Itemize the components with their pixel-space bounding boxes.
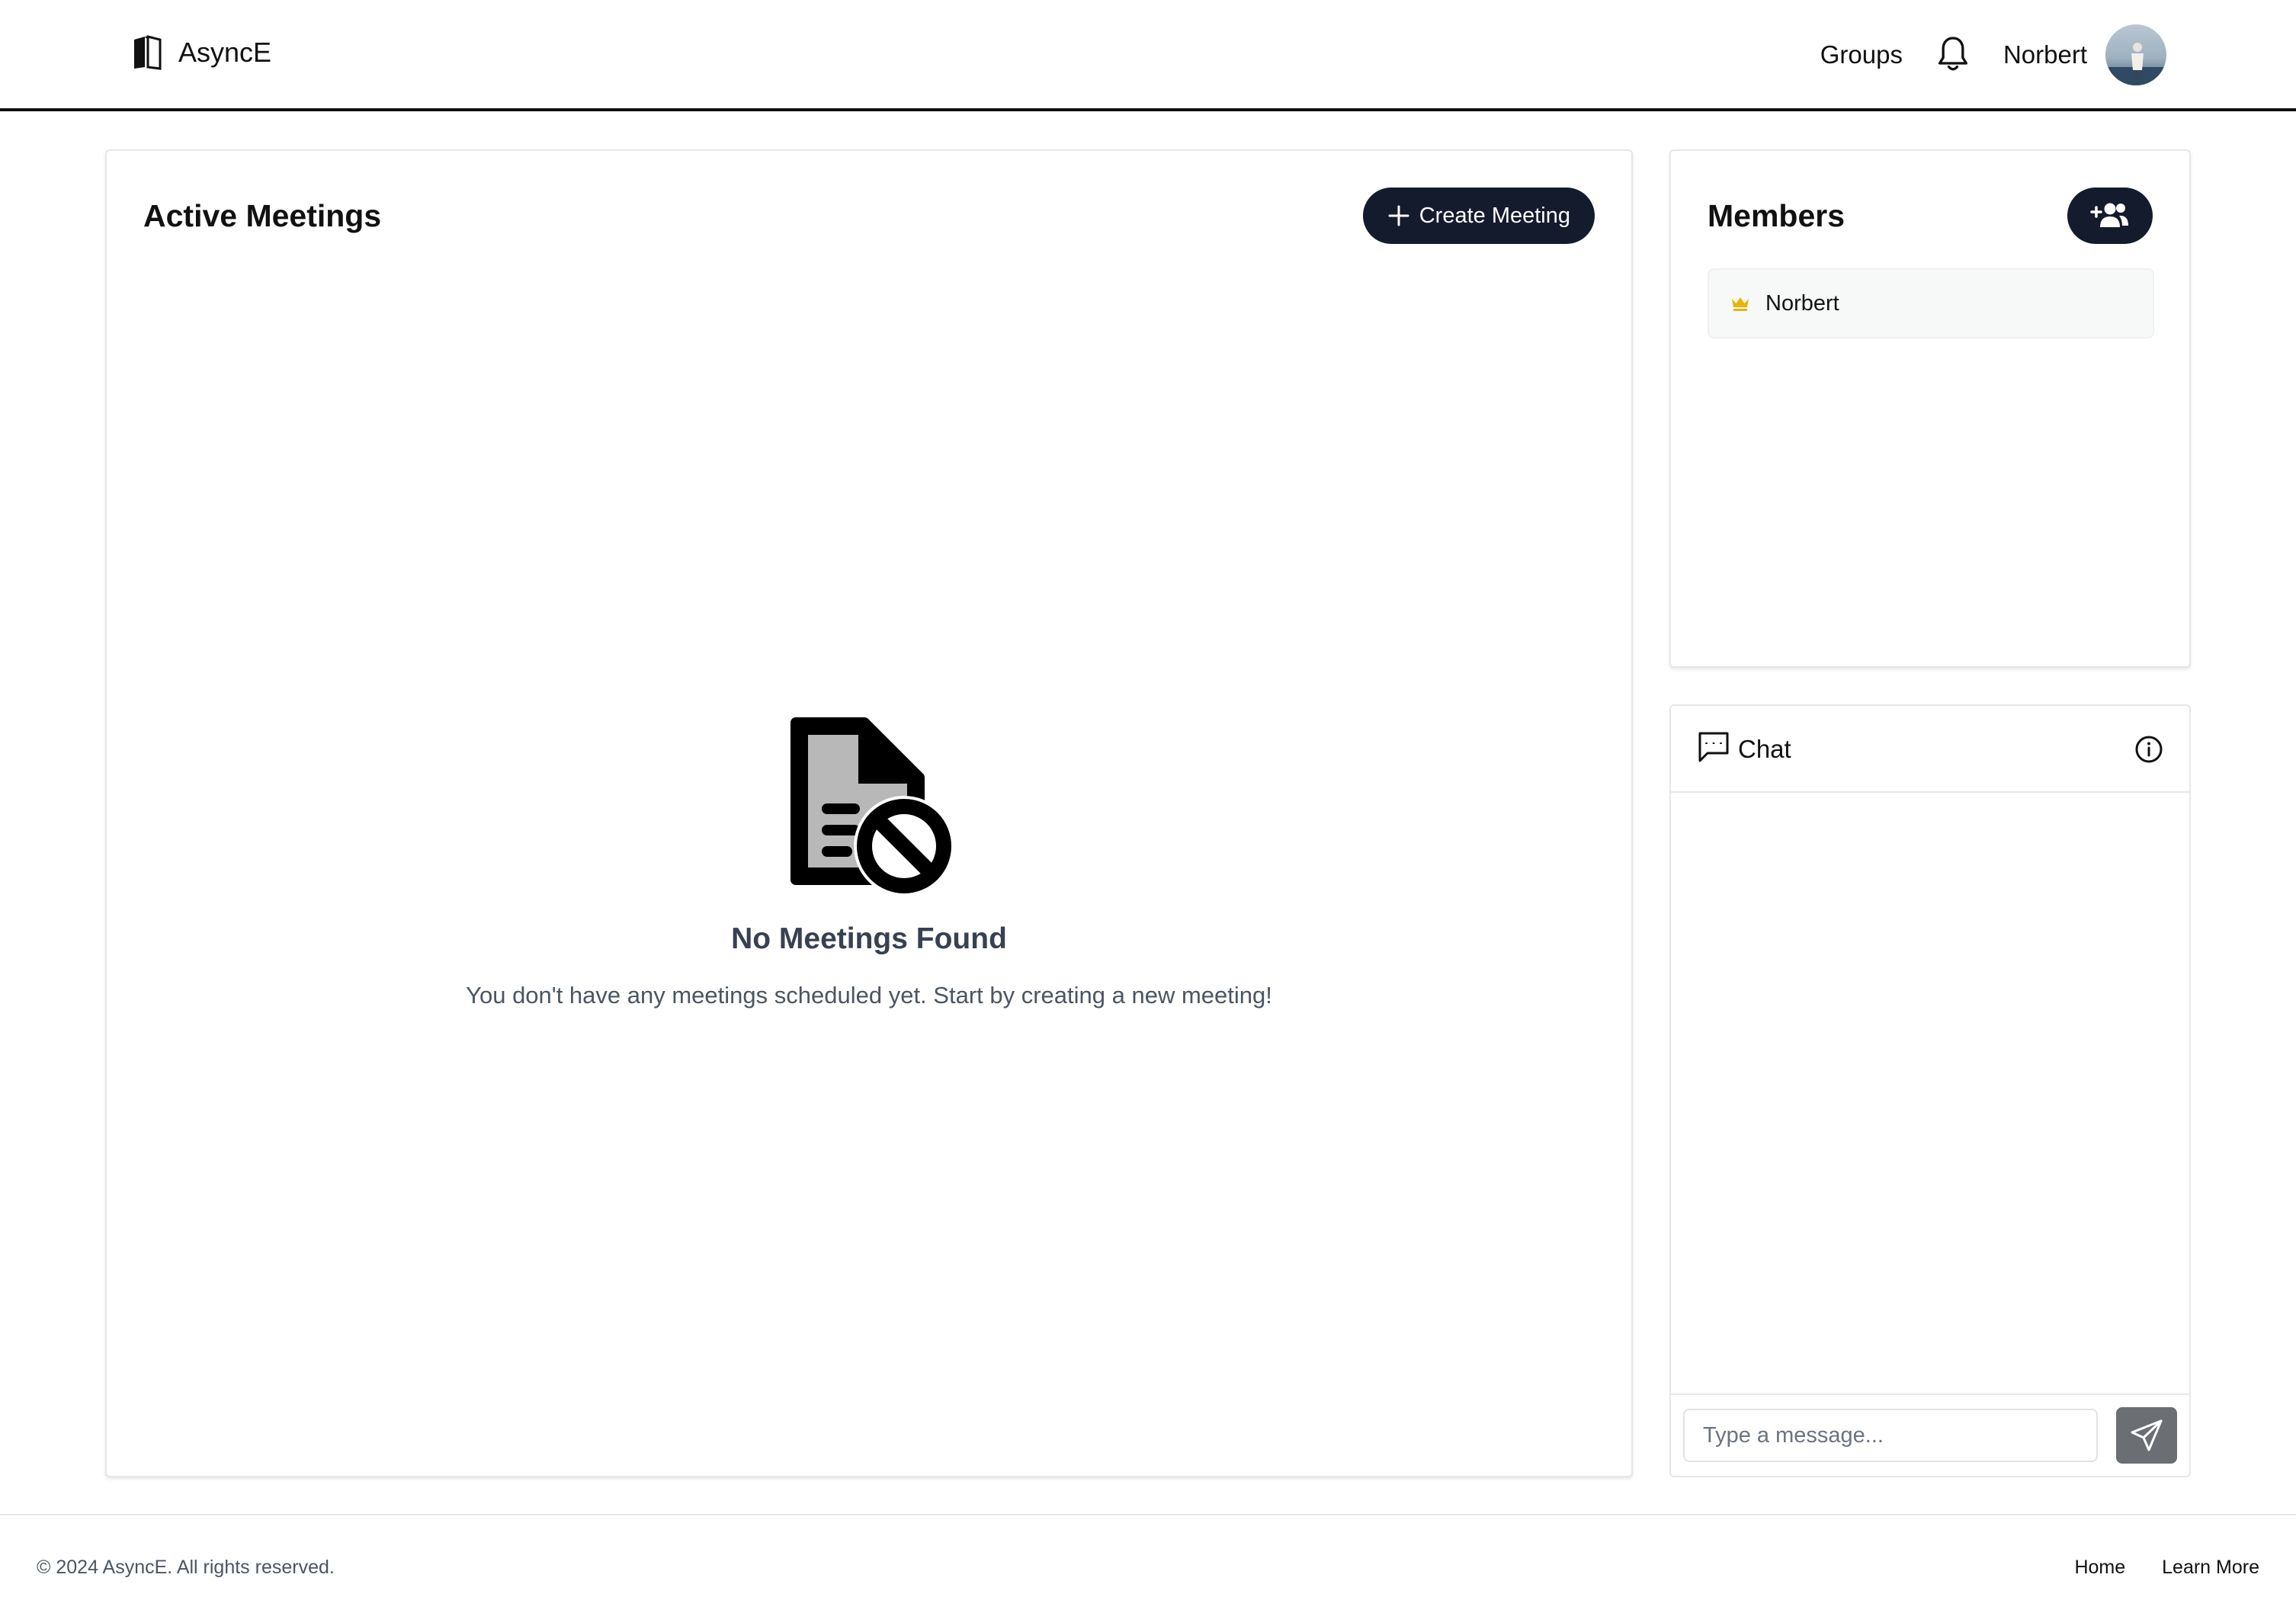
members-title: Members: [1708, 198, 1845, 233]
avatar-photo: [2105, 24, 2166, 85]
book-logo-icon: [134, 35, 162, 70]
brand[interactable]: AsyncE: [131, 35, 271, 70]
top-navbar: AsyncE Groups Norbert: [0, 0, 2296, 111]
members-card: Members Norbert: [1669, 149, 2191, 668]
active-meetings-title: Active Meetings: [143, 198, 382, 233]
nav-right: Groups Norbert: [1820, 23, 2166, 87]
avatar[interactable]: [2105, 24, 2166, 85]
send-icon: [2131, 1419, 2163, 1451]
add-users-icon: [2090, 203, 2128, 227]
send-message-button[interactable]: [2116, 1407, 2177, 1464]
active-meetings-card: Active Meetings Create Meeting No Meetin…: [105, 149, 1633, 1477]
chat-bubble-icon: [1698, 732, 1729, 762]
bell-icon[interactable]: [1936, 35, 1970, 75]
crown-icon: [1732, 297, 1749, 311]
chat-title: Chat: [1738, 735, 1791, 763]
plus-icon: [1388, 205, 1409, 226]
chat-composer: [1671, 1393, 2189, 1476]
chat-card: Chat: [1669, 704, 2191, 1477]
add-member-button[interactable]: [2067, 188, 2153, 244]
user-name-link[interactable]: Norbert: [2003, 40, 2087, 69]
brand-name: AsyncE: [178, 37, 272, 68]
footer-learn-more-link[interactable]: Learn More: [2162, 1557, 2259, 1579]
file-blocked-icon: [790, 717, 953, 895]
member-name: Norbert: [1765, 290, 1839, 316]
empty-state-title: No Meetings Found: [731, 922, 1007, 955]
chat-header: Chat: [1671, 706, 2189, 793]
copyright-text: © 2024 AsyncE. All rights reserved.: [37, 1557, 335, 1578]
page-footer: © 2024 AsyncE. All rights reserved. Home…: [0, 1514, 2296, 1613]
message-input[interactable]: [1683, 1409, 2098, 1462]
footer-home-link[interactable]: Home: [2074, 1557, 2125, 1579]
member-item[interactable]: Norbert: [1708, 268, 2154, 338]
info-icon[interactable]: [2134, 735, 2163, 764]
empty-state: No Meetings Found You don't have any mee…: [107, 712, 1631, 1009]
create-meeting-button[interactable]: Create Meeting: [1362, 188, 1595, 244]
footer-links: Home Learn More: [2074, 1557, 2259, 1579]
empty-state-description: You don't have any meetings scheduled ye…: [466, 982, 1272, 1009]
create-meeting-label: Create Meeting: [1419, 203, 1570, 228]
nav-groups-link[interactable]: Groups: [1820, 40, 1903, 69]
